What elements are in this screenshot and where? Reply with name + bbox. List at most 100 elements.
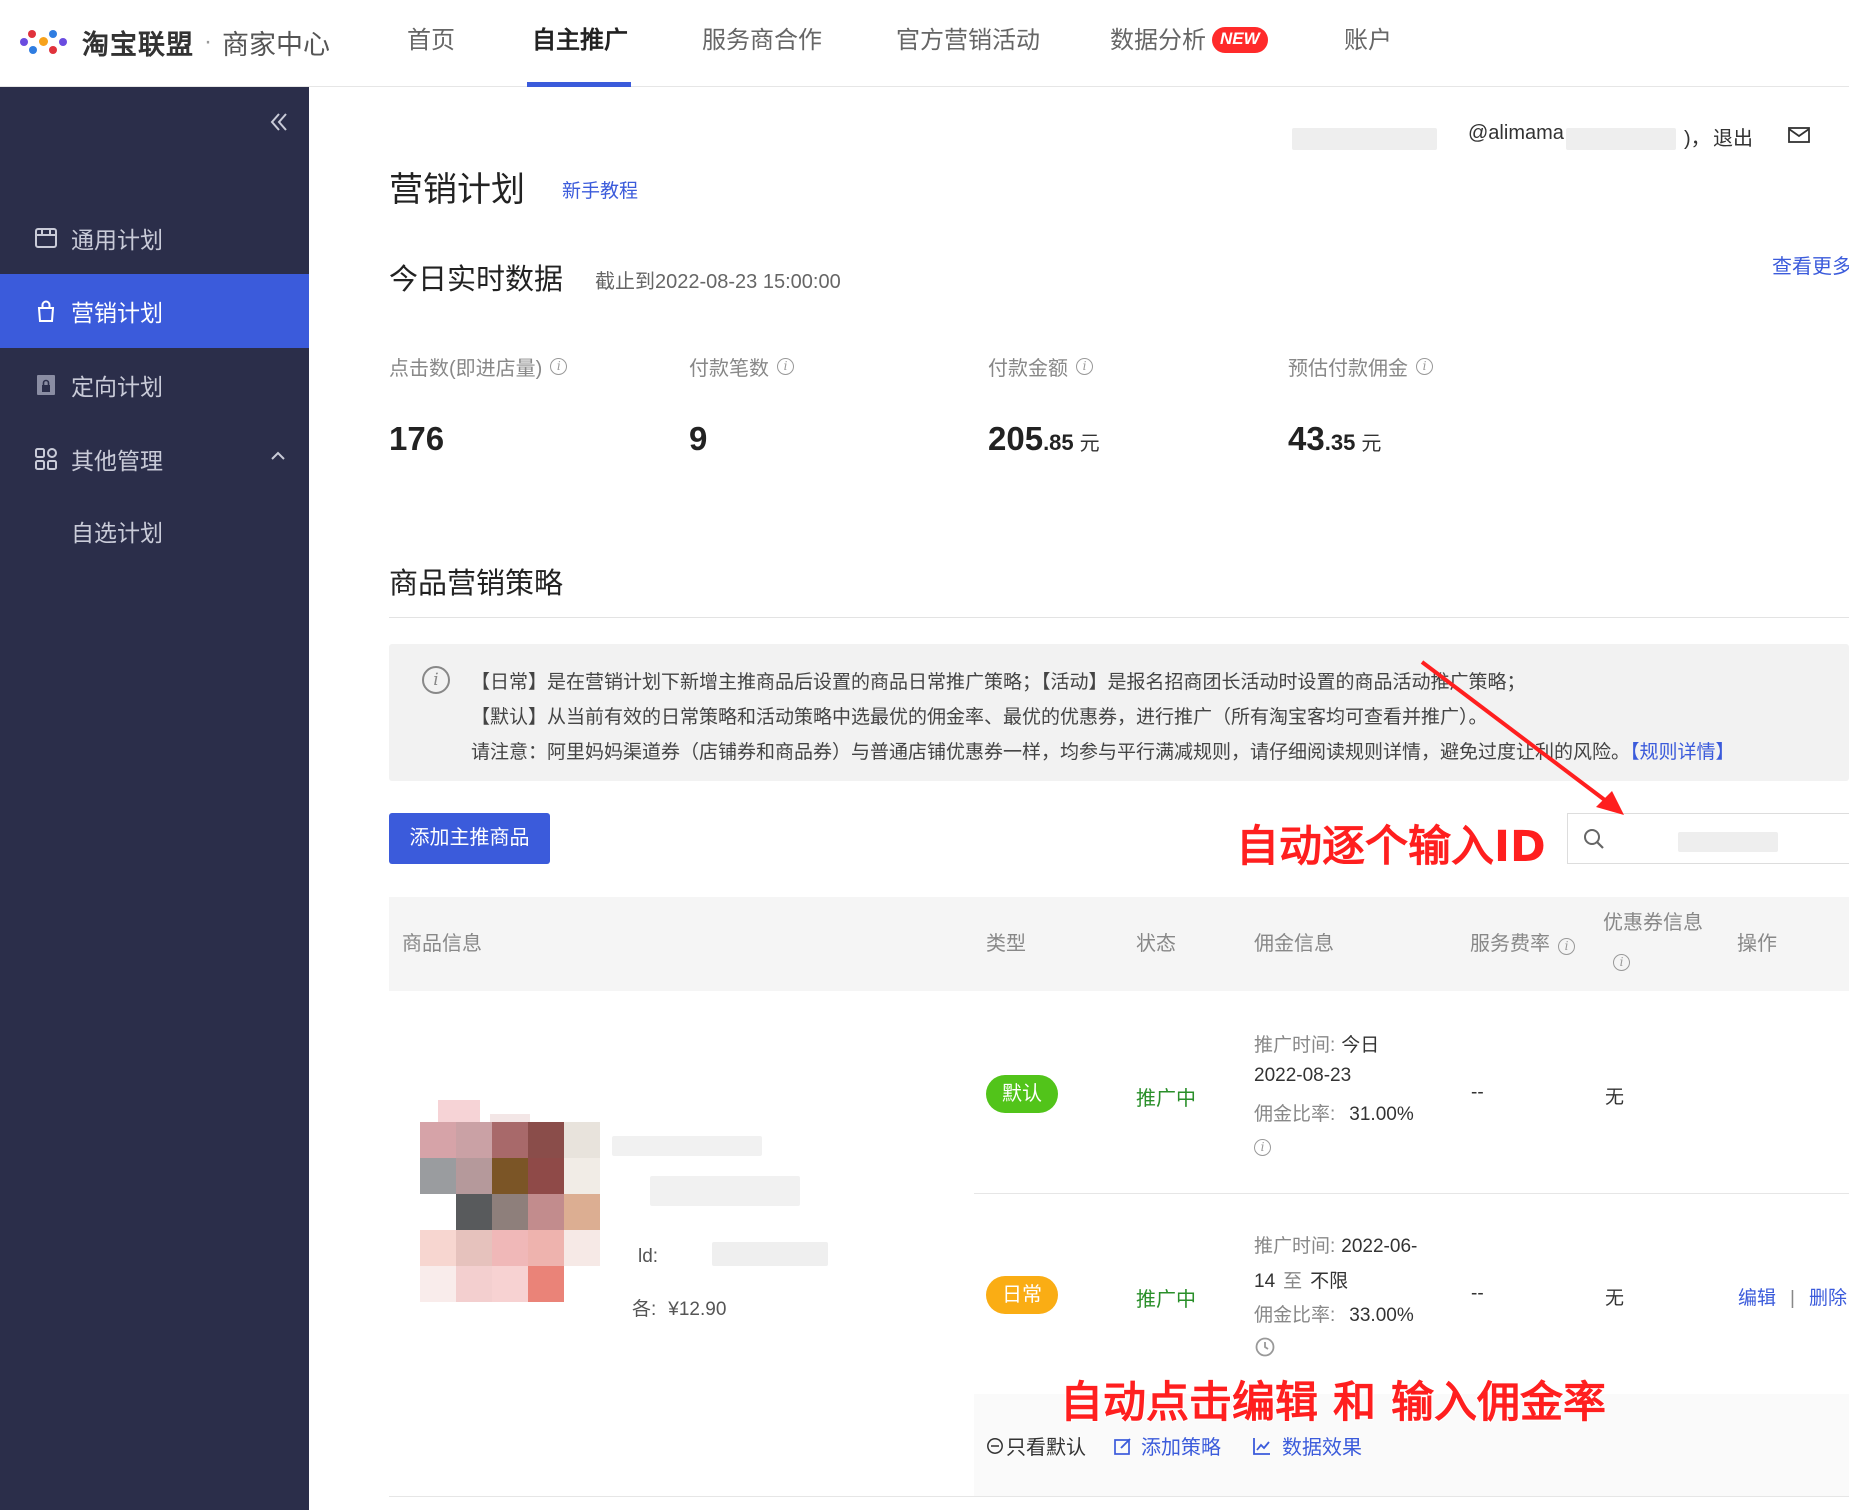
metric-label-text: 付款金额	[988, 358, 1068, 380]
redacted-username	[1292, 128, 1437, 150]
th-commission: 佣金信息	[1254, 933, 1334, 955]
brand-logo[interactable]: 淘宝联盟 · 商家中心	[18, 22, 330, 62]
page-title: 营销计划	[389, 171, 525, 209]
redacted-product-title	[612, 1136, 762, 1156]
mail-icon[interactable]	[1788, 126, 1810, 149]
annotation-auto-input-id: 自动逐个输入ID	[1235, 821, 1547, 873]
nav-service-partner[interactable]: 服务商合作	[702, 0, 822, 87]
sidebar-item-label: 定向计划	[71, 374, 163, 400]
th-product-info: 商品信息	[402, 933, 482, 955]
clock-warning-icon[interactable]	[1254, 1336, 1276, 1363]
nav-official-marketing[interactable]: 官方营销活动	[896, 0, 1040, 87]
promo-time-label: 推广时间:	[1254, 1236, 1336, 1257]
info-icon[interactable]: i	[1416, 358, 1433, 375]
info-icon[interactable]: i	[1254, 1139, 1271, 1156]
only-default-toggle[interactable]: 只看默认	[986, 1431, 1086, 1460]
data-effect-label: 数据效果	[1282, 1437, 1362, 1459]
nav-account[interactable]: 账户	[1344, 0, 1392, 87]
promo-date-range: 14 至不限	[1254, 1266, 1348, 1293]
sidebar-item-label: 营销计划	[71, 300, 163, 326]
product-image	[420, 1100, 600, 1340]
notice-line-1: 【日常】是在营销计划下新增主推商品后设置的商品日常推广策略；【活动】是报名招商团…	[471, 672, 1526, 693]
promo-date-end: 不限	[1310, 1271, 1349, 1292]
metric-label-text: 点击数(即进店量)	[389, 358, 543, 380]
realtime-deadline: 截止到2022-08-23 15:00:00	[595, 271, 841, 293]
info-icon[interactable]: i	[550, 358, 568, 375]
user-paren: )，	[1684, 128, 1711, 150]
type-badge-daily: 日常	[986, 1276, 1058, 1314]
metric-label-commission: 预估付款佣金 i	[1288, 352, 1433, 381]
metric-value-amount: 205.85 元	[988, 420, 1100, 458]
commission-rate: 佣金比率: 31.00%	[1254, 1099, 1414, 1126]
metric-unit: 元	[1361, 433, 1382, 455]
metric-value-commission: 43.35 元	[1288, 420, 1381, 458]
tutorial-link[interactable]: 新手教程	[562, 176, 638, 203]
see-more-link[interactable]: 查看更多	[1772, 250, 1849, 279]
redacted-product-title-2	[650, 1176, 800, 1206]
info-icon[interactable]: i	[1613, 954, 1630, 971]
delete-link[interactable]: 删除	[1809, 1288, 1847, 1309]
metric-value-clicks: 176	[389, 420, 444, 458]
th-service-rate: 服务费率 i	[1470, 897, 1575, 991]
sidebar: 通用计划 营销计划 定向计划 其他管理 自选计划	[0, 87, 309, 1510]
nav-home[interactable]: 首页	[407, 0, 455, 87]
th-status: 状态	[1136, 933, 1176, 955]
th-operation: 操作	[1737, 933, 1777, 955]
bag-icon	[33, 298, 59, 324]
commission-rate-value: 31.00%	[1349, 1104, 1414, 1125]
promo-time-label: 推广时间:	[1254, 1035, 1336, 1056]
user-account: @alimama	[1468, 122, 1564, 144]
nav-self-promotion[interactable]: 自主推广	[532, 0, 628, 87]
sidebar-subitem-custom-plan[interactable]: 自选计划	[71, 496, 163, 570]
row-divider	[974, 1193, 1849, 1194]
coupon-info: 无	[1605, 1288, 1625, 1309]
line-chart-icon	[1252, 1436, 1272, 1456]
annotation-arrow-icon	[1420, 660, 1624, 815]
row-operations: 编辑 | 删除	[1738, 1283, 1847, 1310]
grid-apps-icon	[33, 446, 59, 472]
add-main-product-button[interactable]: 添加主推商品	[389, 813, 550, 864]
metric-unit: 元	[1079, 433, 1100, 455]
sidebar-item-targeted-plan[interactable]: 定向计划	[0, 348, 309, 422]
commission-rate-label: 佣金比率:	[1254, 1104, 1336, 1125]
redacted-input-value	[1678, 832, 1778, 852]
edit-square-icon	[1113, 1436, 1133, 1456]
commission-rate-label: 佣金比率:	[1254, 1305, 1336, 1326]
metric-int: 43	[1288, 420, 1325, 457]
metric-label-orders: 付款笔数 i	[689, 352, 794, 381]
info-circle-icon: i	[422, 666, 450, 694]
sidebar-item-other-management[interactable]: 其他管理	[0, 422, 309, 496]
lock-page-icon	[33, 372, 59, 398]
info-icon[interactable]: i	[1076, 358, 1093, 375]
commission-info-icon[interactable]: i	[1254, 1138, 1271, 1156]
sidebar-item-marketing-plan[interactable]: 营销计划	[0, 274, 309, 348]
new-badge: NEW	[1212, 26, 1268, 53]
logout-link[interactable]: 退出	[1713, 122, 1753, 151]
promo-date: 2022-08-23	[1254, 1065, 1352, 1086]
info-icon[interactable]: i	[1558, 938, 1575, 955]
service-rate: --	[1471, 1283, 1484, 1304]
rules-detail-link[interactable]: 【规则详情】	[1630, 742, 1735, 763]
edit-link[interactable]: 编辑	[1738, 1288, 1776, 1309]
search-icon	[1582, 827, 1606, 856]
data-effect-link[interactable]: 数据效果	[1252, 1431, 1362, 1460]
sidebar-item-general-plan[interactable]: 通用计划	[0, 201, 309, 275]
product-price: 各: ¥12.90	[632, 1294, 726, 1321]
status-promoting: 推广中	[1136, 1289, 1196, 1311]
add-strategy-link[interactable]: 添加策略	[1113, 1431, 1221, 1460]
nav-data-analysis[interactable]: 数据分析 NEW	[1110, 0, 1268, 87]
metric-dec: .85	[1043, 430, 1074, 455]
chevron-up-icon[interactable]	[269, 444, 287, 471]
strategy-title: 商品营销策略	[389, 568, 564, 600]
status-promoting: 推广中	[1136, 1088, 1196, 1110]
sidebar-item-label: 其他管理	[71, 448, 163, 474]
product-id-label: ld:	[638, 1246, 659, 1267]
info-icon[interactable]: i	[777, 358, 794, 375]
promo-time: 推广时间: 2022-06-	[1254, 1231, 1417, 1258]
collapse-sidebar-icon[interactable]	[268, 107, 290, 141]
brand-separator: ·	[204, 28, 212, 55]
realtime-title: 今日实时数据	[389, 264, 564, 296]
metric-int: 205	[988, 420, 1044, 457]
product-price-value: ¥12.90	[668, 1299, 727, 1320]
promo-time-value: 2022-06-	[1341, 1236, 1418, 1257]
